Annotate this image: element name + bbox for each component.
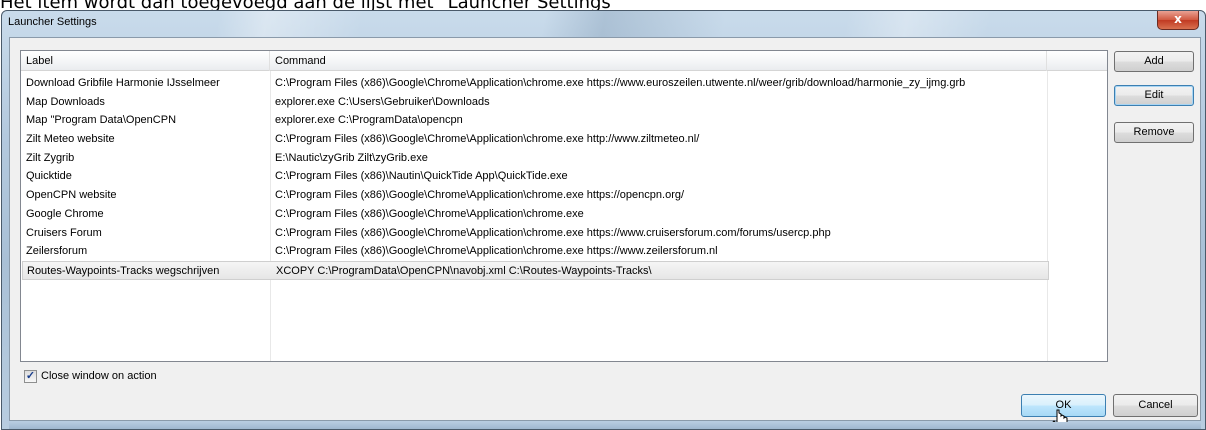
list-item-label: Quicktide <box>26 170 72 183</box>
remove-button[interactable]: Remove <box>1114 122 1194 143</box>
add-button[interactable]: Add <box>1114 51 1194 72</box>
window-title: Launcher Settings <box>8 16 97 28</box>
list-item-command: E:\Nautic\zyGrib Zilt\zyGrib.exe <box>275 151 428 164</box>
list-item-command: C:\Program Files (x86)\Google\Chrome\App… <box>275 245 718 258</box>
list-item-command: C:\Program Files (x86)\Google\Chrome\App… <box>275 189 685 202</box>
list-item-label: Zilt Zygrib <box>26 151 75 164</box>
list-item[interactable]: Zeilersforum C:\Program Files (x86)\Googl… <box>21 242 1107 261</box>
check-icon: ✓ <box>25 370 36 382</box>
list-item-command: C:\Program Files (x86)\Google\Chrome\App… <box>275 207 584 220</box>
window-bottom-frame <box>9 422 1201 429</box>
launcher-list[interactable]: Label Command Download Gribfile Harmonie… <box>20 50 1108 362</box>
list-item-label: Cruisers Forum <box>26 226 102 239</box>
list-item-label: Google Chrome <box>26 207 104 220</box>
column-header-command[interactable]: Command <box>270 51 1047 71</box>
list-item-command: C:\Program Files (x86)\Google\Chrome\App… <box>275 133 700 146</box>
list-rows: Download Gribfile Harmonie IJsselmeer C:\… <box>21 74 1107 280</box>
launcher-settings-window: Launcher Settings x Label Command Downlo… <box>1 10 1206 430</box>
list-item-label: OpenCPN website <box>26 189 117 202</box>
list-item-command: C:\Program Files (x86)\Google\Chrome\App… <box>275 77 966 89</box>
list-header: Label Command <box>21 51 1107 71</box>
list-item-label: Download Gribfile Harmonie IJsselmeer <box>26 77 220 89</box>
column-header-filler <box>1047 51 1107 71</box>
list-item[interactable]: Map "Program Data\OpenCPN explorer.exe C:… <box>21 111 1107 130</box>
dialog-body: Label Command Download Gribfile Harmonie… <box>9 37 1201 429</box>
list-item-command: explorer.exe C:\ProgramData\opencpn <box>275 114 463 127</box>
list-item-label: Map "Program Data\OpenCPN <box>26 114 177 127</box>
close-window-checkbox-label[interactable]: Close window on action <box>41 369 157 383</box>
list-item[interactable]: Cruisers Forum C:\Program Files (x86)\Goo… <box>21 224 1107 243</box>
list-item[interactable]: Zilt Meteo website C:\Program Files (x86)… <box>21 130 1107 149</box>
list-item[interactable]: Download Gribfile Harmonie IJsselmeer C:\… <box>21 74 1107 93</box>
list-item-label: Zilt Meteo website <box>26 133 115 146</box>
list-item-label: Map Downloads <box>26 95 105 108</box>
close-window-checkbox[interactable]: ✓ <box>24 370 37 383</box>
list-item[interactable]: Quicktide C:\Program Files (x86)\Nautin\Q… <box>21 167 1107 186</box>
close-icon[interactable]: x <box>1157 11 1199 30</box>
column-header-label[interactable]: Label <box>21 51 270 71</box>
list-item-command: C:\Program Files (x86)\Google\Chrome\App… <box>275 226 831 239</box>
list-item[interactable]: Routes-Waypoints-Tracks wegschrijven XCOP… <box>22 260 1049 280</box>
list-item-command: XCOPY C:\ProgramData\OpenCPN\navobj.xml … <box>276 264 652 277</box>
cancel-button[interactable]: Cancel <box>1113 394 1198 417</box>
list-item-command: explorer.exe C:\Users\Gebruiker\Download… <box>275 95 490 108</box>
list-item-command: C:\Program Files (x86)\Nautin\QuickTide … <box>275 170 568 183</box>
edit-button[interactable]: Edit <box>1114 85 1194 106</box>
list-item[interactable]: Zilt Zygrib E:\Nautic\zyGrib Zilt\zyGrib.… <box>21 149 1107 168</box>
list-item-label: Zeilersforum <box>26 245 88 258</box>
list-item-label: Routes-Waypoints-Tracks wegschrijven <box>27 264 220 277</box>
list-item[interactable]: Map Downloads explorer.exe C:\Users\Gebru… <box>21 93 1107 112</box>
list-item[interactable]: OpenCPN website C:\Program Files (x86)\Go… <box>21 186 1107 205</box>
list-item[interactable]: Google Chrome C:\Program Files (x86)\Goog… <box>21 205 1107 224</box>
